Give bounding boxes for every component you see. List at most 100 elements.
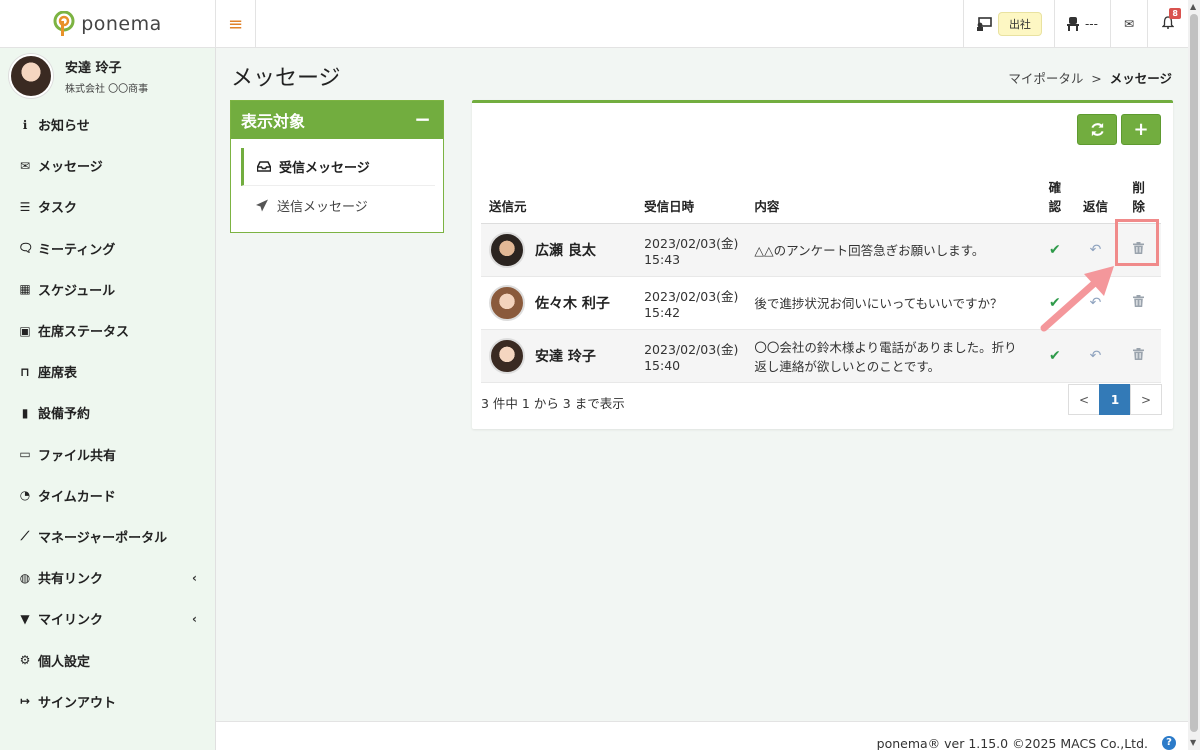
help-icon[interactable]: ? <box>1162 736 1176 750</box>
sidebar-item-label: お知らせ <box>38 119 90 135</box>
messages-button[interactable]: ✉ <box>1109 0 1147 48</box>
folder-open-icon: ▭ <box>19 447 31 462</box>
sidebar-item-label: タイムカード <box>38 489 116 505</box>
breadcrumb-separator: > <box>1091 71 1102 86</box>
check-icon: ✔ <box>1049 347 1061 364</box>
breadcrumb-parent[interactable]: マイポータル <box>1008 71 1083 86</box>
page-prev-button[interactable]: < <box>1068 384 1100 415</box>
sidebar-item-9[interactable]: ◔ タイムカード <box>0 475 215 516</box>
sidebar-item-0[interactable]: ℹ お知らせ <box>0 104 215 145</box>
envelope-icon: ✉ <box>19 158 31 173</box>
seat-button[interactable]: --- <box>1053 0 1110 48</box>
filter-inbox[interactable]: 受信メッセージ <box>241 148 435 186</box>
presence-icon <box>976 17 992 31</box>
sidebar-item-4[interactable]: ▦ スケジュール <box>0 269 215 310</box>
refresh-icon <box>1090 122 1104 137</box>
avatar <box>9 54 53 98</box>
sender-name: 佐々木 利子 <box>535 295 610 312</box>
sidebar-item-label: ミーティング <box>38 242 116 258</box>
col-reply: 返信 <box>1074 175 1117 224</box>
page-scrollbar[interactable]: ▲ ▼ <box>1188 0 1200 750</box>
sidebar-item-6[interactable]: ⊓ 座席表 <box>0 351 215 392</box>
filter-sent[interactable]: 送信メッセージ <box>241 186 435 224</box>
logo-text: ponema <box>81 13 162 35</box>
filter-sent-label: 送信メッセージ <box>277 199 368 215</box>
sidebar-item-label: 共有リンク <box>38 572 104 588</box>
col-received[interactable]: 受信日時 <box>636 175 747 224</box>
sidebar-item-3[interactable]: 🗨 ミーティング <box>0 228 215 269</box>
received-time: 15:43 <box>644 251 681 267</box>
message-content[interactable]: 後で進捗状況お伺いにいってもいいですか？ <box>754 296 1002 311</box>
sender-cell: 佐々木 利子 <box>481 276 637 330</box>
sidebar-item-label: メッセージ <box>38 160 103 176</box>
sidebar-item-label: サインアウト <box>38 695 117 711</box>
trash-icon[interactable] <box>1133 348 1145 360</box>
filter-inbox-label: 受信メッセージ <box>279 161 370 176</box>
col-delete: 削 除 <box>1116 175 1161 224</box>
trash-icon[interactable] <box>1133 295 1145 307</box>
door-icon: ▮ <box>21 405 29 420</box>
content-cell[interactable]: 後で進捗状況お伺いにいってもいいですか？ <box>746 276 1036 330</box>
gear-icon: ⚙ <box>19 653 31 668</box>
reply-icon[interactable]: ↶ <box>1090 348 1102 364</box>
col-content[interactable]: 内容 <box>746 175 1036 224</box>
user-name: 安達 玲子 <box>65 61 122 76</box>
sidebar-item-11[interactable]: ◍ 共有リンク ‹ <box>0 557 215 598</box>
message-list-panel: + 送信元 受信日時 内容 確 認 返信 削 除 広瀬 良太 2023/02/0… <box>472 100 1173 429</box>
chair-icon <box>1066 17 1079 31</box>
sender-name: 安達 玲子 <box>535 348 596 365</box>
delete-cell <box>1116 276 1161 330</box>
chevron-left-icon: ‹ <box>192 611 197 626</box>
sidebar-item-label: マイリンク <box>38 613 104 629</box>
avatar <box>489 231 525 268</box>
sidebar-item-label: スケジュール <box>38 283 116 299</box>
delete-cell <box>1116 329 1161 383</box>
sidebar-item-8[interactable]: ▭ ファイル共有 <box>0 434 215 475</box>
sidebar-item-12[interactable]: ▼ マイリンク ‹ <box>0 598 215 639</box>
scroll-up-icon[interactable]: ▲ <box>1190 2 1196 11</box>
content-cell[interactable]: 〇〇会社の鈴木様より電話がありました。折り返し連絡が欲しいとのことです。 <box>746 329 1036 383</box>
pagination: < 1 > <box>1068 384 1162 415</box>
new-message-button[interactable]: + <box>1121 114 1161 145</box>
check-icon: ✔ <box>1049 241 1061 258</box>
menu-toggle-icon[interactable]: ≡ <box>216 0 256 48</box>
sidebar-item-label: 設備予約 <box>38 407 91 423</box>
envelope-icon: ✉ <box>1123 17 1134 31</box>
tasks-icon: ☰ <box>19 199 31 214</box>
sidebar-item-13[interactable]: ⚙ 個人設定 <box>0 639 215 680</box>
col-confirm-line2: 認 <box>1048 198 1062 214</box>
user-profile[interactable]: 安達 玲子 株式会社 〇〇商事 <box>0 48 215 104</box>
sidebar-item-1[interactable]: ✉ メッセージ <box>0 145 215 186</box>
sidebar-item-5[interactable]: ▣ 在席ステータス <box>0 310 215 351</box>
content-cell[interactable]: △△のアンケート回答急ぎお願いします。 <box>746 223 1036 277</box>
message-content[interactable]: △△のアンケート回答急ぎお願いします。 <box>754 243 984 258</box>
sidebar-item-10[interactable]: ⟋ マネージャーポータル <box>0 516 215 557</box>
scroll-down-icon[interactable]: ▼ <box>1190 738 1196 747</box>
scrollbar-thumb[interactable] <box>1190 14 1198 732</box>
filter-panel-header: 表示対象 − <box>231 101 443 139</box>
refresh-button[interactable] <box>1077 114 1117 145</box>
collapse-icon[interactable]: − <box>414 107 431 131</box>
sender: 広瀬 良太 <box>489 231 628 268</box>
sidebar-item-7[interactable]: ▮ 設備予約 <box>0 392 215 433</box>
page-1-button[interactable]: 1 <box>1099 384 1131 415</box>
sender-name: 広瀬 良太 <box>535 242 596 259</box>
page-next-button[interactable]: > <box>1130 384 1162 415</box>
logo[interactable]: ponema <box>0 0 216 48</box>
reply-icon[interactable]: ↶ <box>1090 242 1102 258</box>
table-header-row: 送信元 受信日時 内容 確 認 返信 削 除 <box>481 175 1161 224</box>
breadcrumb: マイポータル > メッセージ <box>1008 68 1172 87</box>
bookmark-icon: ▼ <box>20 611 30 626</box>
globe-icon: ◍ <box>19 570 31 585</box>
sidebar-item-label: 座席表 <box>38 366 78 382</box>
notification-count-badge: 8 <box>1169 8 1181 19</box>
received-cell: 2023/02/03(金) 15:40 <box>636 329 747 383</box>
sidebar-item-2[interactable]: ☰ タスク <box>0 186 215 227</box>
message-content[interactable]: 〇〇会社の鈴木様より電話がありました。折り返し連絡が欲しいとのことです。 <box>754 340 1016 374</box>
notifications-button[interactable]: 8 <box>1147 0 1188 48</box>
received-cell: 2023/02/03(金) 15:43 <box>636 223 747 277</box>
attendance-button[interactable]: 出社 <box>962 0 1054 48</box>
sidebar-item-14[interactable]: ↦ サインアウト <box>0 681 215 722</box>
info-circle-icon: ℹ <box>22 117 28 132</box>
col-sender[interactable]: 送信元 <box>481 175 637 224</box>
